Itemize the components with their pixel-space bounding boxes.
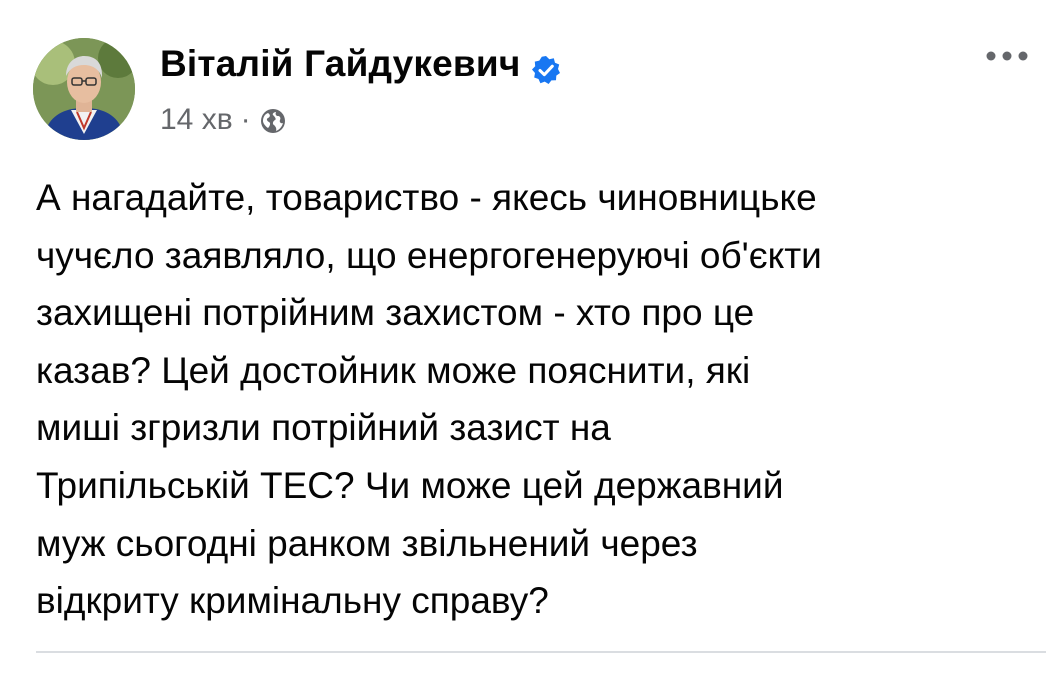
author-name[interactable]: Віталій Гайдукевич — [160, 40, 521, 88]
divider — [36, 651, 1046, 653]
verified-badge-icon — [531, 49, 561, 84]
avatar-photo — [33, 38, 135, 140]
post-text: А нагадайте, товариство - якесь чиновниц… — [36, 177, 822, 622]
more-options-icon[interactable] — [982, 44, 1032, 68]
author-name-row: Віталій Гайдукевич — [160, 40, 561, 88]
post-timestamp[interactable]: 14 хв — [160, 100, 233, 140]
globe-icon[interactable] — [259, 106, 287, 134]
author-avatar[interactable] — [33, 38, 135, 140]
facebook-post: Віталій Гайдукевич 14 хв · А нагадайте, … — [0, 0, 1063, 679]
meta-separator: · — [240, 103, 251, 136]
post-meta: 14 хв · — [160, 100, 287, 140]
